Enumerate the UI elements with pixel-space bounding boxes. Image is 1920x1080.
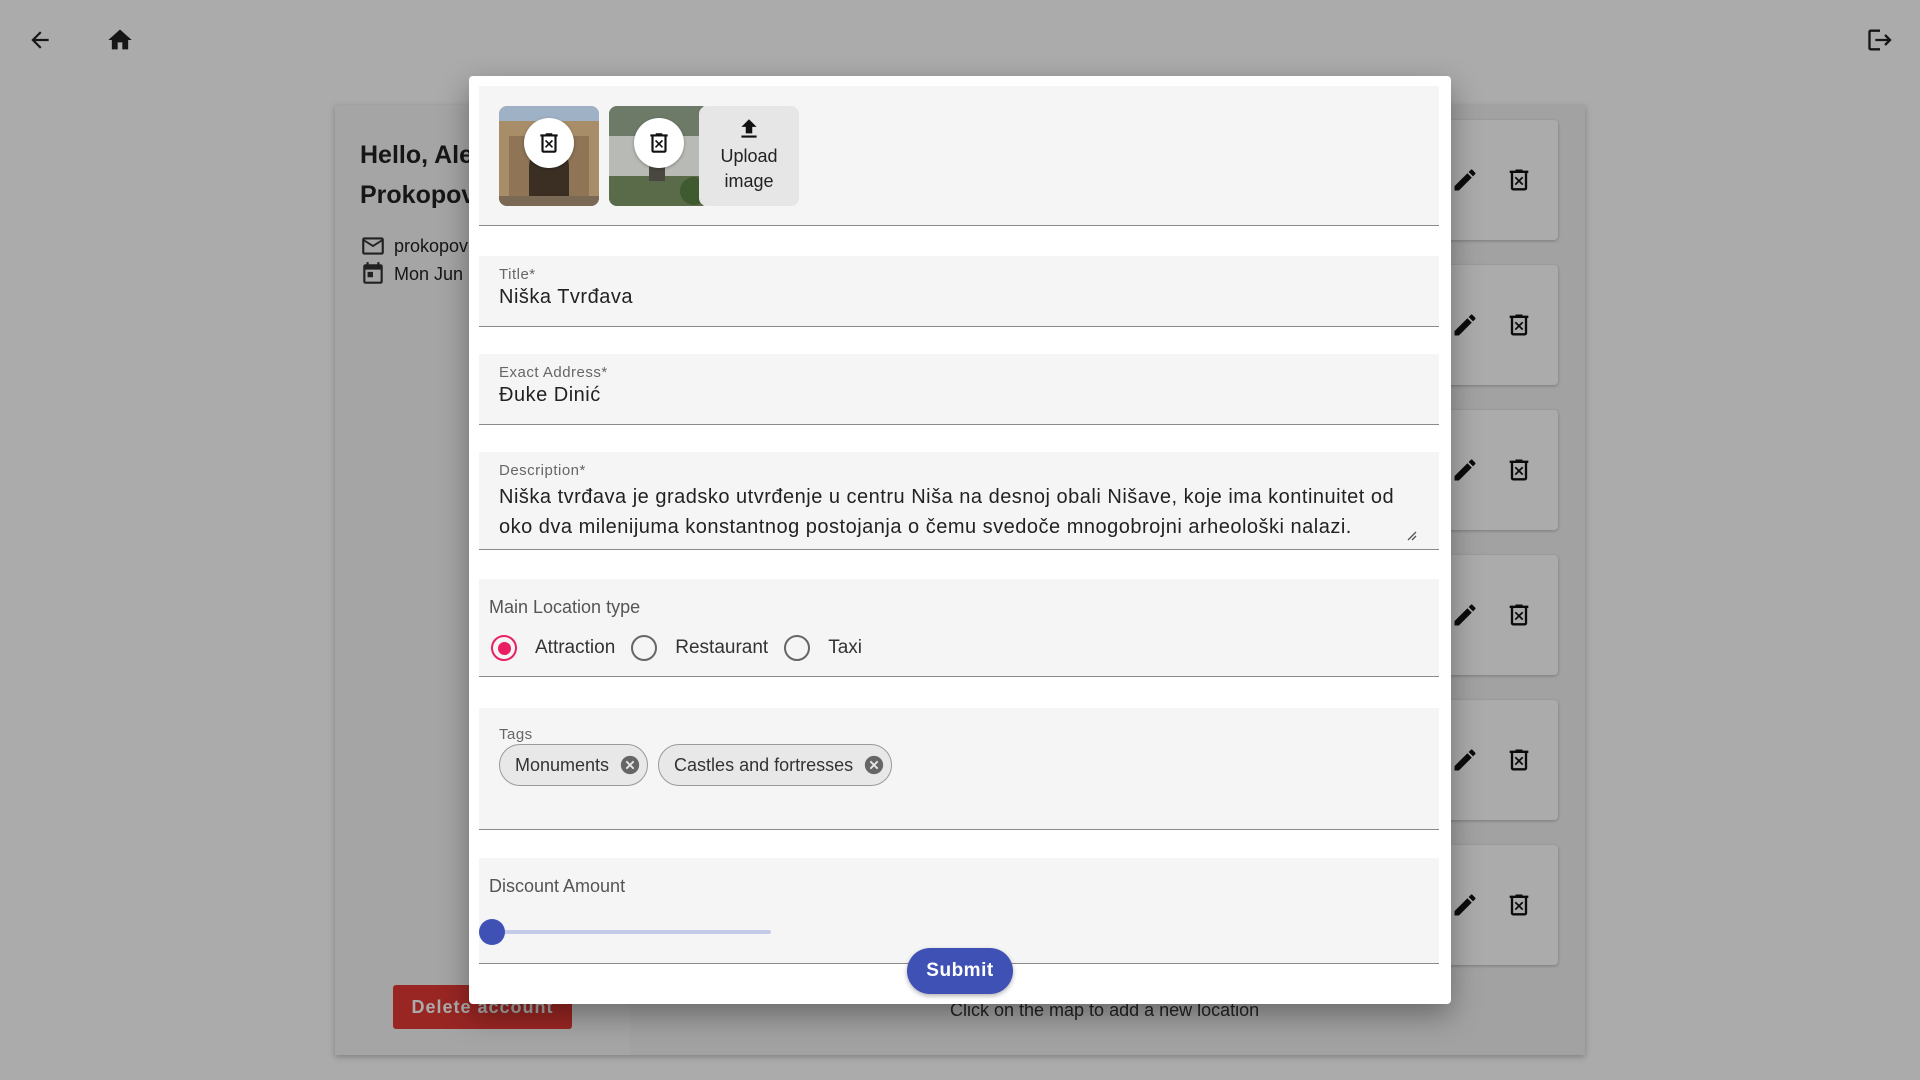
description-textarea[interactable]: Niška tvrđava je gradsko utvrđenje u cen… xyxy=(499,482,1419,542)
upload-image-button[interactable]: Upload image xyxy=(699,106,799,206)
discount-label: Discount Amount xyxy=(489,876,626,896)
cancel-circle-icon[interactable] xyxy=(619,754,641,776)
address-field[interactable]: Exact Address* Đuke Dinić xyxy=(479,354,1439,425)
tags-field[interactable]: Tags Monuments Castles and fortresses xyxy=(479,708,1439,830)
location-type-label: Main Location type xyxy=(489,597,641,617)
radio-selected-dot xyxy=(497,641,511,655)
delete-icon xyxy=(540,133,558,153)
description-label: Description* xyxy=(499,462,586,479)
address-label: Exact Address* xyxy=(499,364,608,381)
radio-attraction-label[interactable]: Attraction xyxy=(535,637,615,659)
tag-chip-label: Monuments xyxy=(515,754,610,775)
location-type-radio-group: Attraction Restaurant Taxi xyxy=(491,635,878,661)
tag-chips: Monuments Castles and fortresses xyxy=(499,744,893,786)
title-label: Title* xyxy=(499,266,536,283)
upload-icon xyxy=(741,119,757,138)
upload-image-label: Upload image xyxy=(720,146,778,191)
description-field[interactable]: Description* Niška tvrđava je gradsko ut… xyxy=(479,452,1439,550)
submit-button[interactable]: Submit xyxy=(907,948,1013,994)
tag-chip[interactable]: Castles and fortresses xyxy=(658,744,893,786)
cancel-circle-icon[interactable] xyxy=(863,754,885,776)
remove-image-button[interactable] xyxy=(524,118,574,168)
tag-chip[interactable]: Monuments xyxy=(499,744,649,786)
radio-taxi[interactable] xyxy=(784,635,811,661)
remove-image-button[interactable] xyxy=(634,118,684,168)
radio-restaurant[interactable] xyxy=(631,635,658,661)
location-image-thumbnail xyxy=(499,106,599,206)
images-section: Upload image xyxy=(479,86,1439,226)
discount-slider-track[interactable] xyxy=(491,930,771,934)
location-dialog: Upload image Title* Niška Tvrđava Exact … xyxy=(469,76,1451,1004)
location-type-section: Main Location type Attraction Restaurant… xyxy=(479,579,1439,677)
title-input[interactable]: Niška Tvrđava xyxy=(499,286,633,309)
delete-icon xyxy=(650,133,668,153)
title-field[interactable]: Title* Niška Tvrđava xyxy=(479,256,1439,327)
resize-handle-icon[interactable] xyxy=(1405,529,1417,541)
radio-attraction[interactable] xyxy=(491,635,517,661)
radio-restaurant-label[interactable]: Restaurant xyxy=(675,637,768,659)
location-image-thumbnail xyxy=(609,106,709,206)
tag-chip-label: Castles and fortresses xyxy=(674,754,854,775)
address-input[interactable]: Đuke Dinić xyxy=(499,384,601,407)
tags-label: Tags xyxy=(499,726,533,743)
radio-taxi-label[interactable]: Taxi xyxy=(828,637,862,659)
discount-slider-thumb[interactable] xyxy=(479,919,505,945)
